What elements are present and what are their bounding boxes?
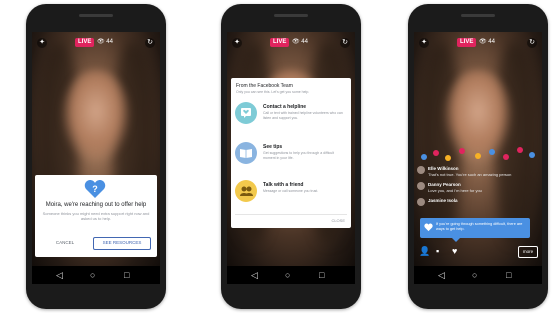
phone-right: ✦ LIVE 👁 44 ↻ Elle Wilkinson That's not … <box>408 4 548 309</box>
magic-wand-icon[interactable]: ✦ <box>37 38 47 48</box>
love-reaction-icon <box>433 150 439 156</box>
heart-question-icon: ? <box>84 180 106 198</box>
phone-left: ✦ LIVE 👁 44 ↻ ? Moira, we're reaching ou… <box>26 4 166 309</box>
face-blur <box>62 70 130 162</box>
like-reaction-icon <box>529 152 535 158</box>
live-badge: LIVE <box>270 38 290 47</box>
phone-middle: ✦ LIVE 👁 44 ↻ From the Facebook Team Onl… <box>221 4 361 309</box>
home-icon[interactable]: ○ <box>472 269 477 281</box>
comment-author: Danny Pearson <box>428 182 461 187</box>
viewer-count: 👁 44 <box>97 39 113 45</box>
like-reaction-icon <box>489 149 495 155</box>
sheet-subtitle: Only you can see this. Let's get you som… <box>236 90 310 94</box>
option-title: Contact a helpline <box>263 104 307 110</box>
option-desc: Call or text with trained helpline volun… <box>263 111 343 120</box>
tooltip-arrow <box>452 238 460 242</box>
android-nav-bar: ◁ ○ □ <box>414 266 542 284</box>
viewer-count: 👁 44 <box>292 39 308 45</box>
back-icon[interactable]: ◁ <box>251 269 258 281</box>
live-actions-bar: 👤 ▪ ♥ more <box>414 244 542 260</box>
live-topbar: ✦ LIVE 👁 44 ↻ <box>227 36 355 52</box>
floating-reactions <box>419 146 537 162</box>
comment-author: Elle Wilkinson <box>428 166 459 171</box>
back-icon[interactable]: ◁ <box>56 269 63 281</box>
live-video-screen: ✦ LIVE 👁 44 ↻ From the Facebook Team Onl… <box>227 32 355 266</box>
option-title: See tips <box>263 144 283 150</box>
recent-apps-icon[interactable]: □ <box>124 269 129 281</box>
help-body: Someone thinks you might need extra supp… <box>42 211 150 221</box>
live-topbar: ✦ LIVE 👁 44 ↻ <box>32 36 160 52</box>
home-icon[interactable]: ○ <box>90 269 95 281</box>
close-button[interactable]: CLOSE <box>331 218 345 223</box>
help-dialog: ? Moira, we're reaching out to offer hel… <box>35 175 157 257</box>
wow-reaction-icon <box>475 153 481 159</box>
see-resources-button[interactable]: SEE RESOURCES <box>93 237 151 250</box>
heart-icon[interactable]: ♥ <box>452 246 457 256</box>
option-contact-helpline[interactable]: Contact a helpline Call or text with tra… <box>235 100 347 130</box>
love-reaction-icon <box>459 148 465 154</box>
speaker <box>79 14 113 17</box>
live-badge: LIVE <box>75 38 95 47</box>
avatar <box>417 182 425 190</box>
magic-wand-icon[interactable]: ✦ <box>419 38 429 48</box>
option-talk-with-friend[interactable]: Talk with a friend Message or call someo… <box>235 178 347 208</box>
option-desc: Get suggestions to help you through a di… <box>263 151 334 160</box>
flip-camera-icon[interactable]: ↻ <box>527 38 537 48</box>
support-options-sheet: From the Facebook Team Only you can see … <box>231 78 351 228</box>
recent-apps-icon[interactable]: □ <box>506 269 511 281</box>
live-badge: LIVE <box>457 38 477 47</box>
help-tooltip[interactable]: If you're going through something diffic… <box>420 218 530 242</box>
comment-author: Jasmine Isola <box>428 198 458 203</box>
haha-reaction-icon <box>445 155 451 161</box>
recent-apps-icon[interactable]: □ <box>319 269 324 281</box>
flip-camera-icon[interactable]: ↻ <box>145 38 155 48</box>
comment-text: That's not true. You're such an amazing … <box>428 172 512 177</box>
live-topbar: ✦ LIVE 👁 44 ↻ <box>414 36 542 52</box>
divider <box>235 214 347 215</box>
magic-wand-icon[interactable]: ✦ <box>232 38 242 48</box>
viewer-count: 👁 44 <box>479 39 495 45</box>
speaker <box>274 14 308 17</box>
heart-icon <box>424 223 433 232</box>
more-button[interactable]: more <box>518 246 538 258</box>
avatar <box>417 166 425 174</box>
android-nav-bar: ◁ ○ □ <box>32 266 160 284</box>
flip-camera-icon[interactable]: ↻ <box>340 38 350 48</box>
heart-chat-icon <box>235 102 257 124</box>
android-nav-bar: ◁ ○ □ <box>227 266 355 284</box>
add-friend-icon[interactable]: 👤 <box>419 246 430 256</box>
avatar <box>417 198 425 206</box>
svg-text:?: ? <box>92 184 98 194</box>
book-icon <box>235 142 257 164</box>
comment-text: Love you, and I'm here for you <box>428 188 482 193</box>
sheet-title: From the Facebook Team <box>236 83 293 89</box>
people-icon <box>235 180 257 202</box>
option-see-tips[interactable]: See tips Get suggestions to help you thr… <box>235 140 347 170</box>
love-reaction-icon <box>517 147 523 153</box>
like-reaction-icon <box>421 154 427 160</box>
option-desc: Message or call someone you trust. <box>263 189 319 193</box>
tooltip-text: If you're going through something diffic… <box>436 222 523 231</box>
home-icon[interactable]: ○ <box>285 269 290 281</box>
cancel-button[interactable]: CANCEL <box>45 237 85 248</box>
live-video-screen: ✦ LIVE 👁 44 ↻ ? Moira, we're reaching ou… <box>32 32 160 266</box>
comment-icon[interactable]: ▪ <box>436 246 439 256</box>
back-icon[interactable]: ◁ <box>438 269 445 281</box>
help-title: Moira, we're reaching out to offer help <box>45 202 147 208</box>
live-video-screen: ✦ LIVE 👁 44 ↻ Elle Wilkinson That's not … <box>414 32 542 266</box>
love-reaction-icon <box>503 154 509 160</box>
speaker <box>461 14 495 17</box>
option-title: Talk with a friend <box>263 182 304 188</box>
